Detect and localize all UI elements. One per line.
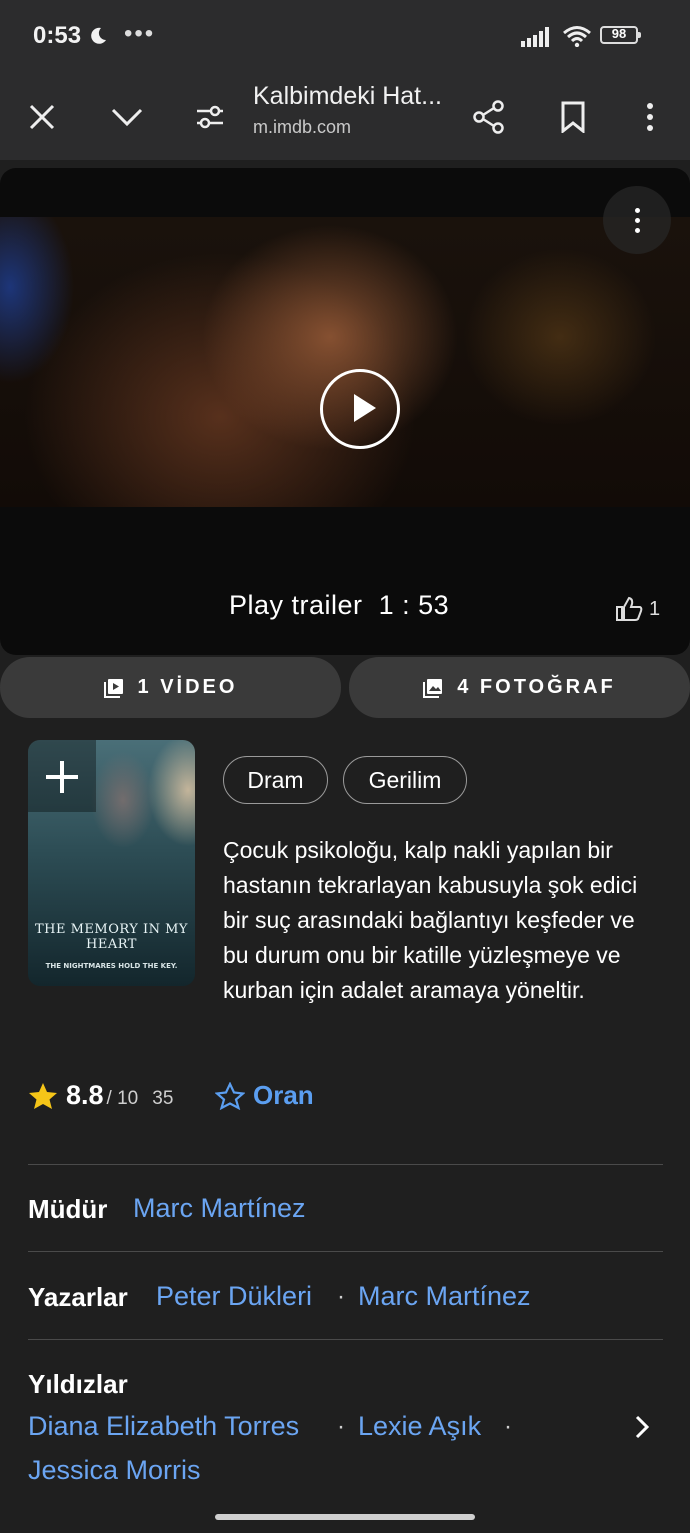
play-trailer-label[interactable]: Play trailer 1 : 53 xyxy=(229,590,449,621)
like-count: 1 xyxy=(649,597,661,620)
photo-library-icon xyxy=(423,678,443,698)
videos-label: 1 VİDEO xyxy=(137,676,238,698)
star-link[interactable]: Diana Elizabeth Torres xyxy=(28,1411,299,1442)
status-bar: 0:53 ••• 98 xyxy=(0,0,690,74)
like-button[interactable]: 1 xyxy=(615,596,660,622)
star-icon xyxy=(29,1082,57,1109)
play-icon[interactable] xyxy=(320,369,400,449)
imdb-rating: 8.8 / 10 35 xyxy=(28,1080,173,1111)
separator: · xyxy=(504,1413,512,1440)
writer-link[interactable]: Peter Dükleri xyxy=(156,1281,312,1312)
director-link[interactable]: Marc Martínez xyxy=(133,1193,306,1224)
battery-level: 98 xyxy=(611,26,627,41)
genre-chip-gerilim[interactable]: Gerilim xyxy=(343,756,467,804)
writer-link[interactable]: Marc Martínez xyxy=(358,1281,531,1312)
separator: · xyxy=(337,1283,345,1310)
status-time: 0:53 xyxy=(33,22,82,49)
rating-out-of: / 10 xyxy=(106,1088,139,1109)
director-label: Müdür xyxy=(28,1194,108,1224)
poster-title: THE MEMORY IN MY HEART xyxy=(34,922,189,952)
divider xyxy=(28,1251,663,1252)
writers-label: Yazarlar xyxy=(28,1282,128,1312)
rating-score: 8.8 xyxy=(66,1080,104,1110)
bookmark-icon[interactable] xyxy=(550,94,596,140)
signal-icon xyxy=(521,27,549,47)
chevron-right-icon[interactable] xyxy=(632,1414,652,1440)
page-title[interactable]: Kalbimdeki Hat... xyxy=(253,82,442,111)
video-thumbnail[interactable] xyxy=(0,217,690,507)
video-library-icon xyxy=(103,678,123,698)
chevron-down-icon[interactable] xyxy=(104,94,150,140)
wifi-icon xyxy=(563,26,591,47)
genre-chip-dram[interactable]: Dram xyxy=(223,756,328,804)
home-indicator[interactable] xyxy=(215,1514,475,1520)
star-link[interactable]: Jessica Morris xyxy=(28,1455,201,1486)
moon-icon xyxy=(91,27,106,44)
plot-description: Çocuk psikoloğu, kalp nakli yapılan bir … xyxy=(223,837,638,1003)
stars-label: Yıldızlar xyxy=(28,1369,128,1399)
trailer-label: Play trailer xyxy=(229,590,363,620)
separator: · xyxy=(337,1413,345,1440)
videos-button[interactable]: 1 VİDEO xyxy=(0,657,341,718)
star-outline-icon xyxy=(215,1081,245,1110)
page-url[interactable]: m.imdb.com xyxy=(253,117,351,138)
share-icon[interactable] xyxy=(466,94,512,140)
rating-count: 35 xyxy=(152,1088,174,1109)
battery-icon: 98 xyxy=(600,26,641,44)
site-settings-icon[interactable] xyxy=(187,94,233,140)
video-more-icon[interactable] xyxy=(603,186,671,254)
thumbs-up-icon xyxy=(616,596,643,621)
photos-label: 4 FOTOĞRAF xyxy=(457,676,616,698)
poster-tagline: THE NIGHTMARES HOLD THE KEY. xyxy=(45,962,178,970)
menu-more-icon[interactable] xyxy=(627,94,673,140)
more-notifications-icon: ••• xyxy=(124,20,156,47)
close-icon[interactable] xyxy=(19,94,65,140)
rate-button[interactable]: Oran xyxy=(215,1080,314,1111)
divider xyxy=(28,1339,663,1340)
rate-label: Oran xyxy=(253,1080,314,1110)
star-link[interactable]: Lexie Aşık xyxy=(358,1411,481,1442)
divider xyxy=(28,1164,663,1165)
add-to-watchlist-icon[interactable] xyxy=(28,740,96,812)
photos-button[interactable]: 4 FOTOĞRAF xyxy=(349,657,690,718)
trailer-duration: 1 : 53 xyxy=(378,590,450,620)
browser-toolbar: Kalbimdeki Hat... m.imdb.com xyxy=(0,74,690,160)
